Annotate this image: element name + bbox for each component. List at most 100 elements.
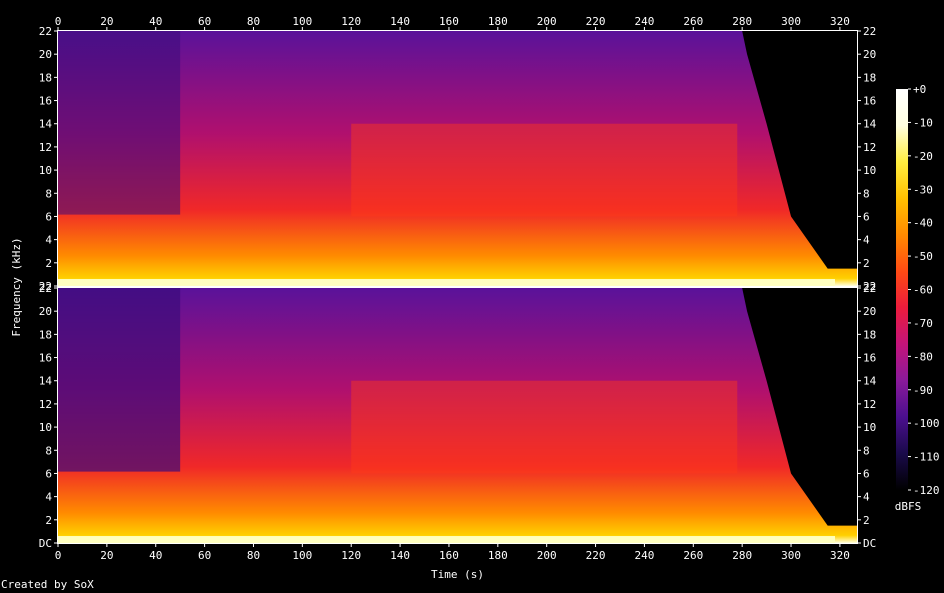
y-tick-label: 14 [863, 118, 877, 131]
y-tick-label: 12 [863, 398, 876, 411]
x-tick-label: 180 [488, 15, 508, 28]
y-axis-label: Frequency (kHz) [10, 237, 23, 336]
x-tick-label: 200 [537, 549, 557, 562]
colorbar-tick-label: -110 [913, 451, 940, 464]
channel-1-panel [58, 31, 857, 286]
spectrogram-chart: 22 222 24 46 68 810 1012 1214 1416 1618 1820 2022 22… [10, 15, 940, 581]
x-tick-label: 260 [683, 15, 703, 28]
y-tick-label: 16 [863, 95, 876, 108]
y-tick-label: 12 [39, 141, 52, 154]
x-tick-label: 140 [390, 549, 410, 562]
x-tick-label: 100 [292, 549, 312, 562]
x-tick-label: 0 [55, 15, 62, 28]
x-tick-label: 320 [830, 549, 850, 562]
x-tick-label: 40 [149, 15, 162, 28]
y-tick-label: 10 [863, 164, 876, 177]
y-tick-label: 14 [863, 375, 877, 388]
spectrogram-bass-band [58, 536, 836, 543]
y-tick-label: 12 [863, 141, 876, 154]
y-tick-label: 18 [863, 71, 876, 84]
x-tick-label: 20 [100, 549, 113, 562]
x-axis-label: Time (s) [431, 568, 484, 581]
x-tick-label: 180 [488, 549, 508, 562]
y-tick-label: 2 [863, 514, 870, 527]
spectrogram-quiet-region [58, 288, 181, 472]
x-tick-label: 300 [781, 549, 801, 562]
y-tick-label: 8 [45, 187, 52, 200]
y-tick-label: 6 [863, 467, 870, 480]
y-tick-label: 10 [39, 164, 52, 177]
x-tick-label: 260 [683, 549, 703, 562]
y-tick-label: 6 [45, 467, 52, 480]
x-tick-label: 240 [634, 549, 654, 562]
colorbar-tick-label: -120 [913, 484, 940, 497]
spectrogram-quiet-region [58, 31, 181, 215]
x-tick-label: 120 [341, 549, 361, 562]
y-tick-label: 20 [39, 305, 52, 318]
x-tick-label: 140 [390, 15, 410, 28]
colorbar-tick-label: -60 [913, 284, 933, 297]
colorbar-gradient [896, 89, 908, 490]
y-tick-label: 16 [39, 95, 52, 108]
y-tick-label: 4 [45, 234, 52, 247]
y-tick-label: 12 [39, 398, 52, 411]
y-tick-label: 6 [45, 210, 52, 223]
channel-2-panel [58, 288, 857, 543]
x-tick-label: 80 [247, 15, 260, 28]
y-tick-label: 14 [39, 118, 53, 131]
colorbar-label: dBFS [895, 500, 922, 513]
colorbar-tick-label: -20 [913, 150, 933, 163]
x-tick-label: 300 [781, 15, 801, 28]
y-tick-label: 20 [863, 48, 876, 61]
y-tick-label: 10 [39, 421, 52, 434]
x-tick-label: 160 [439, 15, 459, 28]
x-tick-label: 120 [341, 15, 361, 28]
y-tick-label: 22 [39, 282, 52, 295]
y-tick-label: 10 [863, 421, 876, 434]
spectrogram-bass-band [58, 279, 836, 286]
sox-credit: Created by SoX [1, 578, 94, 591]
y-tick-label: 18 [863, 328, 876, 341]
y-tick-label: 2 [863, 257, 870, 270]
y-tick-label: DC [39, 537, 52, 550]
y-tick-label: 16 [39, 352, 52, 365]
colorbar-tick-label: -70 [913, 317, 933, 330]
x-tick-label: 60 [198, 15, 211, 28]
colorbar-tick-label: -100 [913, 417, 940, 430]
y-tick-label: 2 [45, 257, 52, 270]
y-tick-label: 22 [863, 282, 876, 295]
x-tick-label: 200 [537, 15, 557, 28]
colorbar-tick-label: -50 [913, 250, 933, 263]
x-tick-label: 320 [830, 15, 850, 28]
x-tick-label: 40 [149, 549, 162, 562]
x-tick-label: 280 [732, 15, 752, 28]
colorbar-tick-label: -90 [913, 384, 933, 397]
y-tick-label: 8 [863, 444, 870, 457]
x-tick-label: 220 [586, 15, 606, 28]
y-tick-label: 4 [863, 234, 870, 247]
x-tick-label: 100 [292, 15, 312, 28]
x-tick-label: 0 [55, 549, 62, 562]
y-tick-label: 14 [39, 375, 53, 388]
x-tick-label: 240 [634, 15, 654, 28]
y-tick-label: 22 [863, 25, 876, 38]
y-tick-label: 20 [39, 48, 52, 61]
y-tick-label: 2 [45, 514, 52, 527]
y-tick-label: 4 [45, 491, 52, 504]
spectrogram-loud-region [351, 123, 738, 217]
colorbar-tick-label: -30 [913, 183, 933, 196]
y-tick-label: 22 [39, 25, 52, 38]
y-tick-label: 20 [863, 305, 876, 318]
colorbar: +0 -10 -20 -30 -40 -50 -60 -70 -80 -90 -100 -110 -12… [895, 83, 940, 513]
x-tick-label: 60 [198, 549, 211, 562]
y-tick-label: 8 [863, 187, 870, 200]
y-tick-label: 4 [863, 491, 870, 504]
y-tick-label: 8 [45, 444, 52, 457]
y-tick-label: 16 [863, 352, 876, 365]
colorbar-tick-label: -40 [913, 217, 933, 230]
y-tick-label: DC [863, 537, 876, 550]
y-tick-label: 18 [39, 71, 52, 84]
x-tick-label: 160 [439, 549, 459, 562]
x-tick-label: 280 [732, 549, 752, 562]
x-tick-label: 220 [586, 549, 606, 562]
